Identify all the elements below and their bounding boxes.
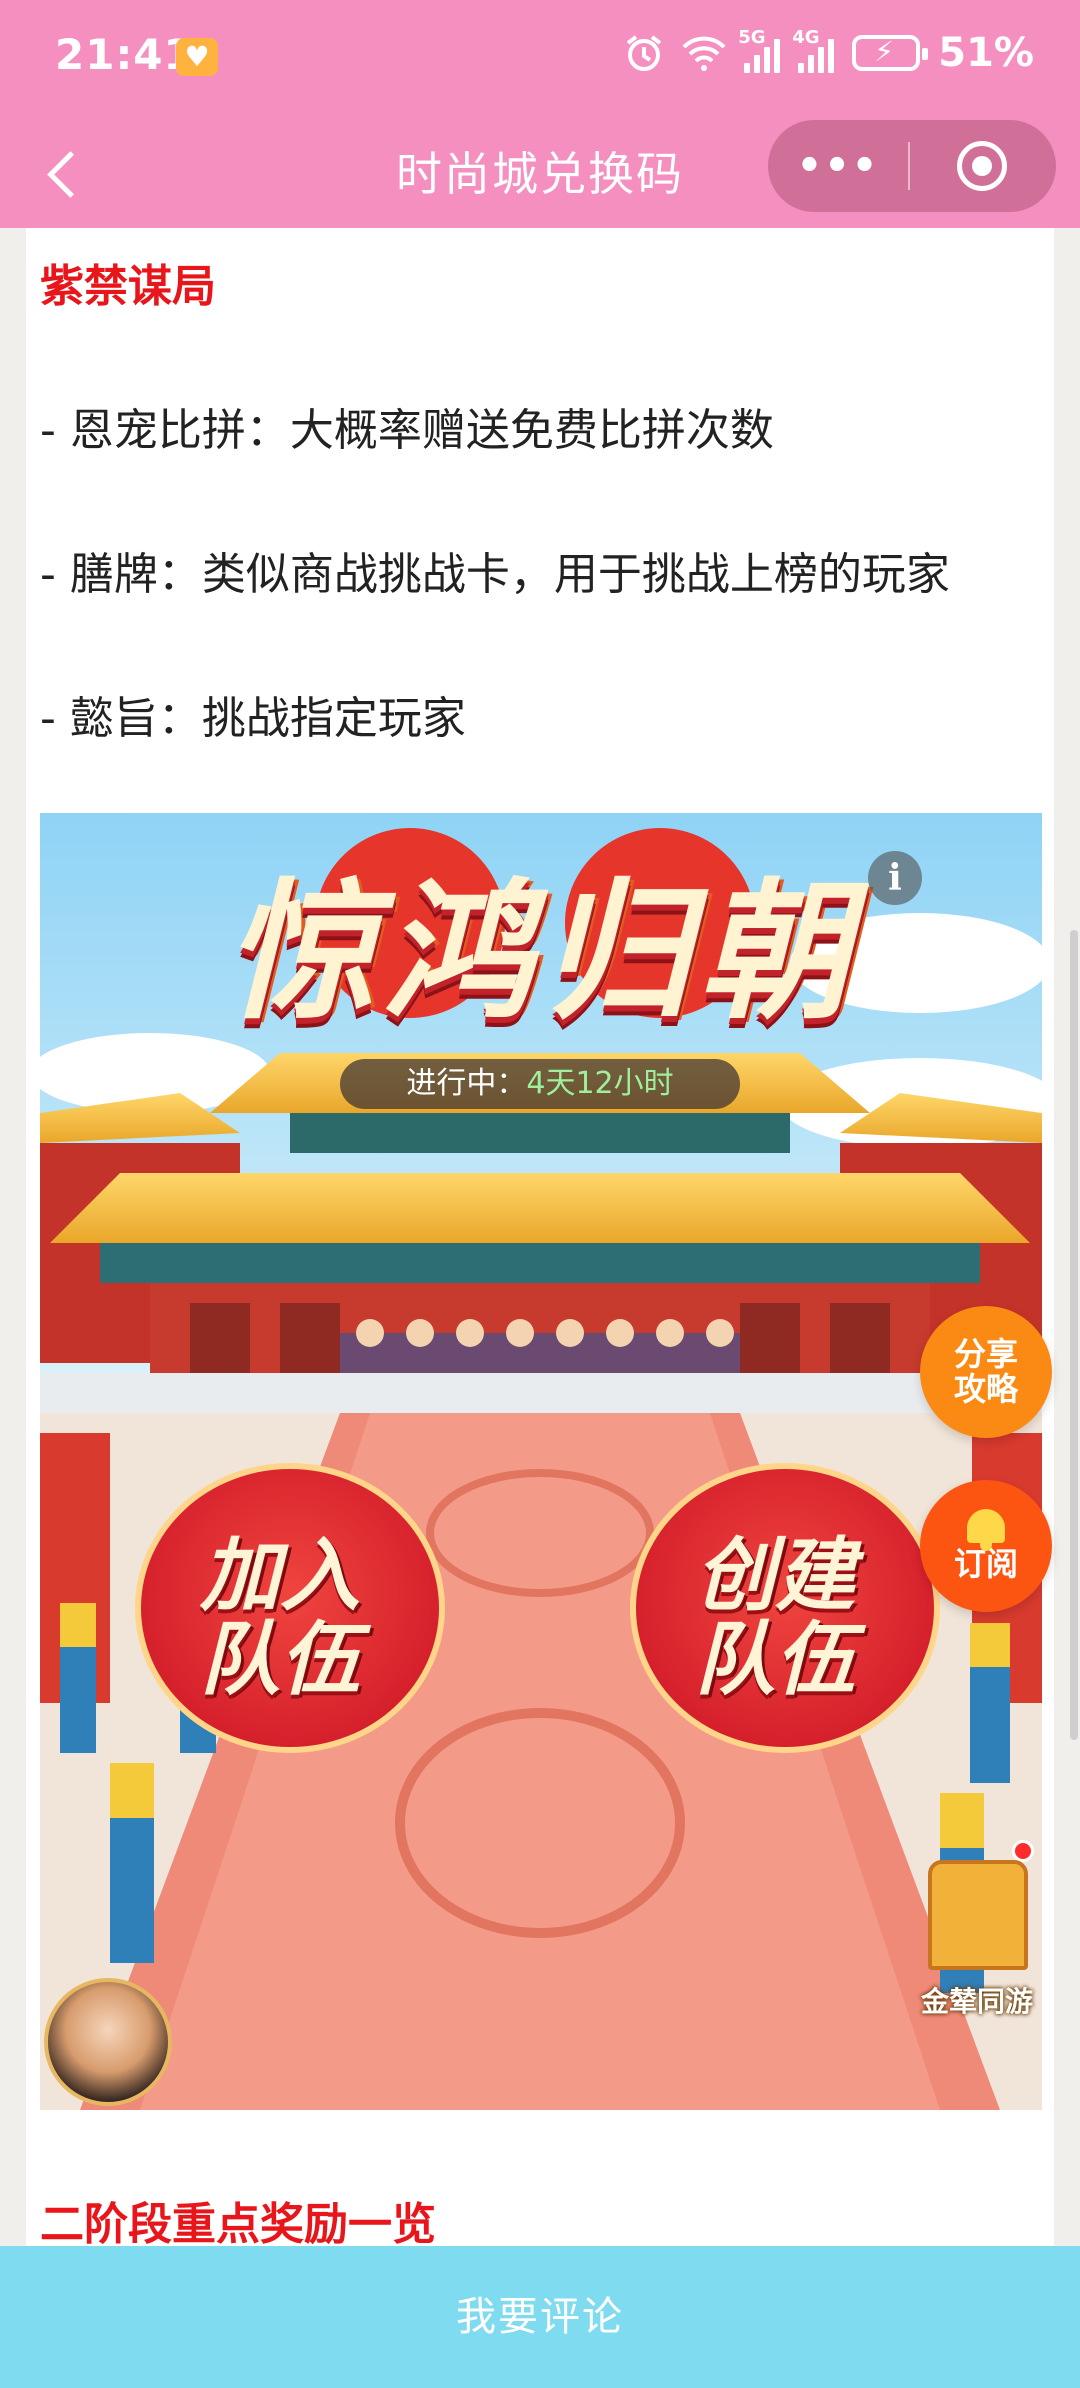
network-5g-label: 5G <box>738 27 766 48</box>
section-heading: 二阶段重点奖励一览 <box>40 2199 436 2250</box>
back-icon[interactable] <box>40 142 100 202</box>
signal-5g-icon: 5G <box>738 27 781 73</box>
tour-label: 金辇同游 <box>920 1985 1033 2018</box>
article-line: - 膳牌：类似商战挑战卡，用于挑战上榜的玩家 <box>40 549 950 600</box>
join-team-label: 加入 队伍 <box>200 1528 360 1706</box>
heart-app-icon: ♥ <box>176 38 218 76</box>
battery-icon: ⚡ <box>852 35 929 71</box>
signal-4g-icon: 4G <box>792 27 835 73</box>
status-time: 21:41 <box>55 30 194 79</box>
info-icon[interactable]: i <box>868 851 922 905</box>
share-guide-button[interactable]: 分享 攻略 <box>920 1306 1052 1438</box>
create-team-label: 创建 队伍 <box>695 1528 855 1706</box>
article-line: - 懿旨：挑战指定玩家 <box>40 693 466 744</box>
section-heading: 紫禁谋局 <box>40 261 216 312</box>
share-label-line1: 分享 <box>953 1334 1018 1373</box>
status-bar: 21:41 ♥ 5G 4G ⚡ 51% <box>0 0 1080 120</box>
palanquin-icon[interactable] <box>928 1860 1028 1970</box>
alarm-icon <box>624 33 664 73</box>
comment-button[interactable]: 我要评论 <box>0 2246 1080 2388</box>
status-icons: 5G 4G ⚡ 51% <box>624 27 1034 76</box>
event-status-label: 进行中： <box>406 1066 527 1101</box>
notification-dot <box>1012 1840 1034 1862</box>
article-content: 紫禁谋局 - 恩宠比拼：大概率赠送免费比拼次数 - 膳牌：类似商战挑战卡，用于挑… <box>26 228 1054 2250</box>
bell-icon <box>967 1509 1005 1552</box>
subscribe-label: 订阅 <box>953 1545 1018 1584</box>
game-event-banner: 惊鸿归朝 i 进行中：4天12小时 加入 队伍 创建 队伍 金辇同游 <box>40 813 1042 2110</box>
miniapp-capsule: ••• <box>768 120 1056 212</box>
avatar[interactable] <box>44 1978 172 2106</box>
close-miniapp-button[interactable] <box>910 141 1054 191</box>
wifi-icon <box>682 33 726 73</box>
more-options-button[interactable]: ••• <box>768 143 908 189</box>
article-line: - 恩宠比拼：大概率赠送免费比拼次数 <box>40 405 774 456</box>
subscribe-button[interactable]: 订阅 <box>920 1480 1052 1612</box>
battery-percent: 51% <box>938 30 1034 76</box>
event-status-pill: 进行中：4天12小时 <box>340 1059 740 1109</box>
network-4g-label: 4G <box>792 27 820 48</box>
share-label-line2: 攻略 <box>953 1370 1018 1408</box>
event-status-time: 4天12小时 <box>526 1066 674 1101</box>
nav-bar: 时尚城兑换码 ••• <box>0 120 1080 228</box>
target-close-icon <box>957 141 1007 191</box>
scrollbar[interactable] <box>1070 930 1078 1740</box>
